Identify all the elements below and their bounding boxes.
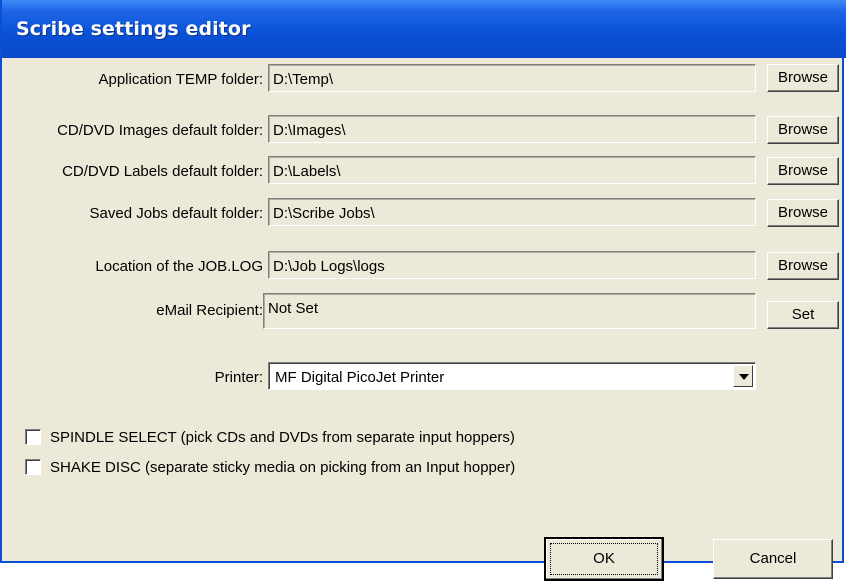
spindle-select-checkbox[interactable] <box>25 429 41 445</box>
images-folder-label: CD/DVD Images default folder: <box>57 122 263 139</box>
email-set-button[interactable]: Set <box>767 301 839 329</box>
jobs-folder-label: Saved Jobs default folder: <box>89 205 263 222</box>
jobs-folder-browse-button[interactable]: Browse <box>767 199 839 227</box>
joblog-browse-button[interactable]: Browse <box>767 252 839 280</box>
dropdown-arrow-icon[interactable] <box>733 365 753 387</box>
email-recipient-label: eMail Recipient: <box>156 302 263 319</box>
temp-folder-field[interactable]: D:\Temp\ <box>268 64 756 92</box>
title-bar[interactable]: Scribe settings editor <box>2 0 846 58</box>
joblog-location-label: Location of the JOB.LOG <box>95 258 263 275</box>
focus-rectangle <box>550 543 658 575</box>
shake-disc-label[interactable]: SHAKE DISC (separate sticky media on pic… <box>50 459 515 476</box>
joblog-location-field[interactable]: D:\Job Logs\logs <box>268 251 756 279</box>
spindle-select-label[interactable]: SPINDLE SELECT (pick CDs and DVDs from s… <box>50 429 515 446</box>
jobs-folder-field[interactable]: D:\Scribe Jobs\ <box>268 198 756 226</box>
window-title: Scribe settings editor <box>16 18 251 40</box>
images-folder-browse-button[interactable]: Browse <box>767 116 839 144</box>
email-recipient-field[interactable]: Not Set <box>263 293 756 329</box>
printer-label: Printer: <box>214 369 263 386</box>
temp-folder-label: Application TEMP folder: <box>98 71 263 88</box>
printer-select[interactable]: MF Digital PicoJet Printer <box>268 362 756 390</box>
images-folder-field[interactable]: D:\Images\ <box>268 115 756 143</box>
temp-folder-browse-button[interactable]: Browse <box>767 64 839 92</box>
labels-folder-label: CD/DVD Labels default folder: <box>62 163 263 180</box>
printer-selected-value: MF Digital PicoJet Printer <box>275 369 445 386</box>
labels-folder-field[interactable]: D:\Labels\ <box>268 156 756 184</box>
shake-disc-checkbox[interactable] <box>25 459 41 475</box>
cancel-button[interactable]: Cancel <box>713 539 833 579</box>
labels-folder-browse-button[interactable]: Browse <box>767 157 839 185</box>
ok-button[interactable]: OK <box>544 537 664 581</box>
